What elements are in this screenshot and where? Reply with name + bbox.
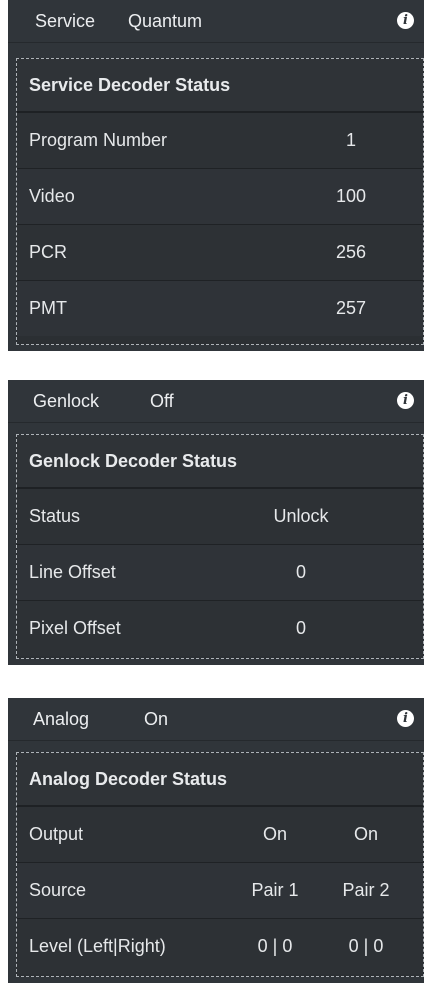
genlock-header-value: Off: [150, 391, 174, 411]
row-label: Source: [29, 880, 87, 900]
row-value: 0: [295, 562, 307, 582]
row-label: Pixel Offset: [29, 618, 121, 638]
table-row: PCR 256: [17, 225, 423, 281]
table-title: Analog Decoder Status: [17, 753, 423, 807]
row-value-left: On: [262, 824, 288, 844]
row-value: 257: [335, 298, 367, 318]
analog-header-label: Analog: [33, 709, 90, 729]
row-label: Level (Left|Right): [29, 936, 166, 956]
row-value-right: On: [353, 824, 379, 844]
row-value-right: Pair 2: [342, 880, 390, 900]
row-value-left: Pair 1: [251, 880, 299, 900]
table-row: Level (Left|Right) 0 | 0 0 | 0: [17, 919, 423, 974]
row-label: Video: [29, 186, 75, 206]
info-icon[interactable]: i: [397, 392, 414, 409]
row-value: Unlock: [273, 506, 329, 526]
genlock-header: Genlock Off i: [8, 380, 424, 423]
row-value-left: 0 | 0: [257, 936, 293, 956]
analog-header-value: On: [144, 709, 169, 729]
row-label: Output: [29, 824, 84, 844]
table-row: Video 100: [17, 169, 423, 225]
service-panel: Service Quantum i Service Decoder Status…: [8, 0, 424, 351]
genlock-panel: Genlock Off i Genlock Decoder Status Sta…: [8, 380, 424, 665]
table-title: Service Decoder Status: [17, 59, 423, 113]
service-header: Service Quantum i: [8, 0, 424, 43]
table-row: Program Number 1: [17, 113, 423, 169]
service-header-label: Service: [35, 11, 96, 31]
genlock-header-label: Genlock: [33, 391, 100, 411]
info-icon[interactable]: i: [397, 710, 414, 727]
info-icon[interactable]: i: [397, 12, 414, 29]
table-title: Genlock Decoder Status: [17, 435, 423, 489]
analog-header: Analog On i: [8, 698, 424, 741]
table-row: Pixel Offset 0: [17, 601, 423, 656]
table-row: Status Unlock: [17, 489, 423, 545]
analog-decoder-status-table: Analog Decoder Status Output On On Sourc…: [16, 752, 424, 977]
row-value: 100: [335, 186, 367, 206]
table-row: Output On On: [17, 807, 423, 863]
service-decoder-status-table: Service Decoder Status Program Number 1 …: [16, 58, 424, 345]
row-value: 0: [295, 618, 307, 638]
genlock-decoder-status-table: Genlock Decoder Status Status Unlock Lin…: [16, 434, 424, 659]
row-label: Program Number: [29, 130, 168, 150]
analog-panel: Analog On i Analog Decoder Status Output…: [8, 698, 424, 983]
row-label: Line Offset: [29, 562, 116, 582]
row-value: 1: [345, 130, 357, 150]
row-label: PCR: [29, 242, 68, 262]
table-row: PMT 257: [17, 281, 423, 336]
table-row: Source Pair 1 Pair 2: [17, 863, 423, 919]
row-label: PMT: [29, 298, 67, 318]
row-label: Status: [29, 506, 81, 526]
row-value: 256: [335, 242, 367, 262]
service-header-value: Quantum: [128, 11, 203, 31]
table-row: Line Offset 0: [17, 545, 423, 601]
row-value-right: 0 | 0: [348, 936, 384, 956]
